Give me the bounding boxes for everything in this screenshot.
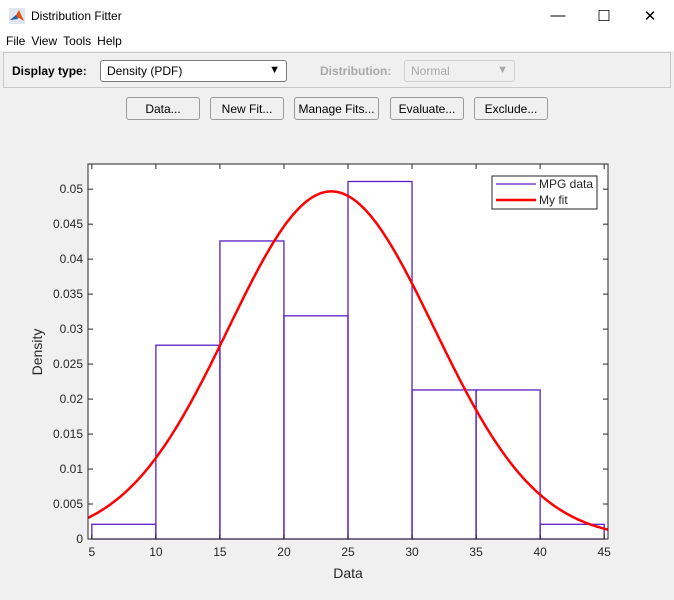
x-tick-label: 5 — [88, 545, 95, 559]
display-type-label: Display type: — [12, 64, 87, 78]
histogram-bar — [91, 523, 157, 540]
x-tick-label: 35 — [469, 545, 483, 559]
histogram-bar — [283, 315, 349, 540]
x-tick-label: 10 — [149, 545, 163, 559]
title-bar: Distribution Fitter — ☐ ✕ — [0, 0, 674, 31]
legend: MPG data My fit — [491, 175, 598, 210]
y-tick-label: 0.01 — [60, 462, 84, 476]
new-fit-button[interactable]: New Fit... — [210, 97, 284, 120]
window-title: Distribution Fitter — [31, 8, 122, 23]
fit-curve — [87, 190, 609, 531]
y-tick-label: 0.03 — [60, 322, 84, 336]
y-tick-label: 0.015 — [53, 427, 83, 441]
y-axis-label: Density — [29, 329, 45, 376]
distribution-value: Normal — [411, 64, 450, 78]
dropdown-arrow-icon: ▼ — [497, 64, 508, 76]
y-tick-label: 0.025 — [53, 357, 83, 371]
menu-help[interactable]: Help — [97, 34, 122, 48]
dropdown-arrow-icon: ▼ — [269, 64, 280, 76]
axes-box — [87, 163, 609, 540]
y-tick-label: 0.02 — [60, 392, 84, 406]
data-button[interactable]: Data... — [126, 97, 200, 120]
maximize-button[interactable]: ☐ — [581, 0, 627, 31]
histogram-bar — [475, 389, 541, 540]
histogram-bar — [219, 240, 285, 540]
legend-label-my-fit: My fit — [539, 193, 568, 207]
x-axis-label: Data — [333, 565, 363, 581]
display-type-value: Density (PDF) — [107, 64, 183, 78]
y-tick-label: 0 — [76, 532, 83, 546]
y-tick-label: 0.05 — [60, 182, 84, 196]
exclude-button[interactable]: Exclude... — [474, 97, 548, 120]
close-button[interactable]: ✕ — [627, 0, 673, 31]
matlab-logo-icon — [9, 7, 25, 24]
histogram-bar — [411, 389, 477, 540]
y-tick-label: 0.045 — [53, 217, 83, 231]
display-type-select[interactable]: Density (PDF) ▼ — [100, 60, 287, 82]
histogram-bar — [155, 344, 221, 540]
density-plot: 5 10 15 20 25 30 35 40 45 0 0.005 0.01 0.015 0.02 0.02… — [29, 163, 611, 581]
axes-background — [88, 164, 608, 539]
evaluate-button[interactable]: Evaluate... — [390, 97, 464, 120]
manage-fits-button[interactable]: Manage Fits... — [294, 97, 379, 120]
legend-label-mpg-data: MPG data — [539, 177, 593, 191]
x-tick-label: 20 — [277, 545, 291, 559]
minimize-button[interactable]: — — [535, 0, 581, 31]
display-panel: Display type: Density (PDF) ▼ Distributi… — [3, 52, 671, 88]
menu-bar: File View Tools Help — [0, 31, 674, 51]
x-tick-label: 40 — [533, 545, 547, 559]
menu-tools[interactable]: Tools — [63, 34, 91, 48]
y-tick-label: 0.005 — [53, 497, 83, 511]
x-tick-label: 25 — [341, 545, 355, 559]
x-tick-label: 15 — [213, 545, 227, 559]
histogram-bar — [347, 180, 413, 540]
y-tick-label: 0.04 — [60, 252, 84, 266]
histogram-bar — [539, 523, 605, 540]
x-tick-label: 45 — [597, 545, 611, 559]
y-tick-label: 0.035 — [53, 287, 83, 301]
menu-file[interactable]: File — [6, 34, 25, 48]
distribution-label: Distribution: — [320, 64, 392, 78]
x-tick-label: 30 — [405, 545, 419, 559]
menu-view[interactable]: View — [31, 34, 57, 48]
distribution-select[interactable]: Normal ▼ — [404, 60, 515, 82]
